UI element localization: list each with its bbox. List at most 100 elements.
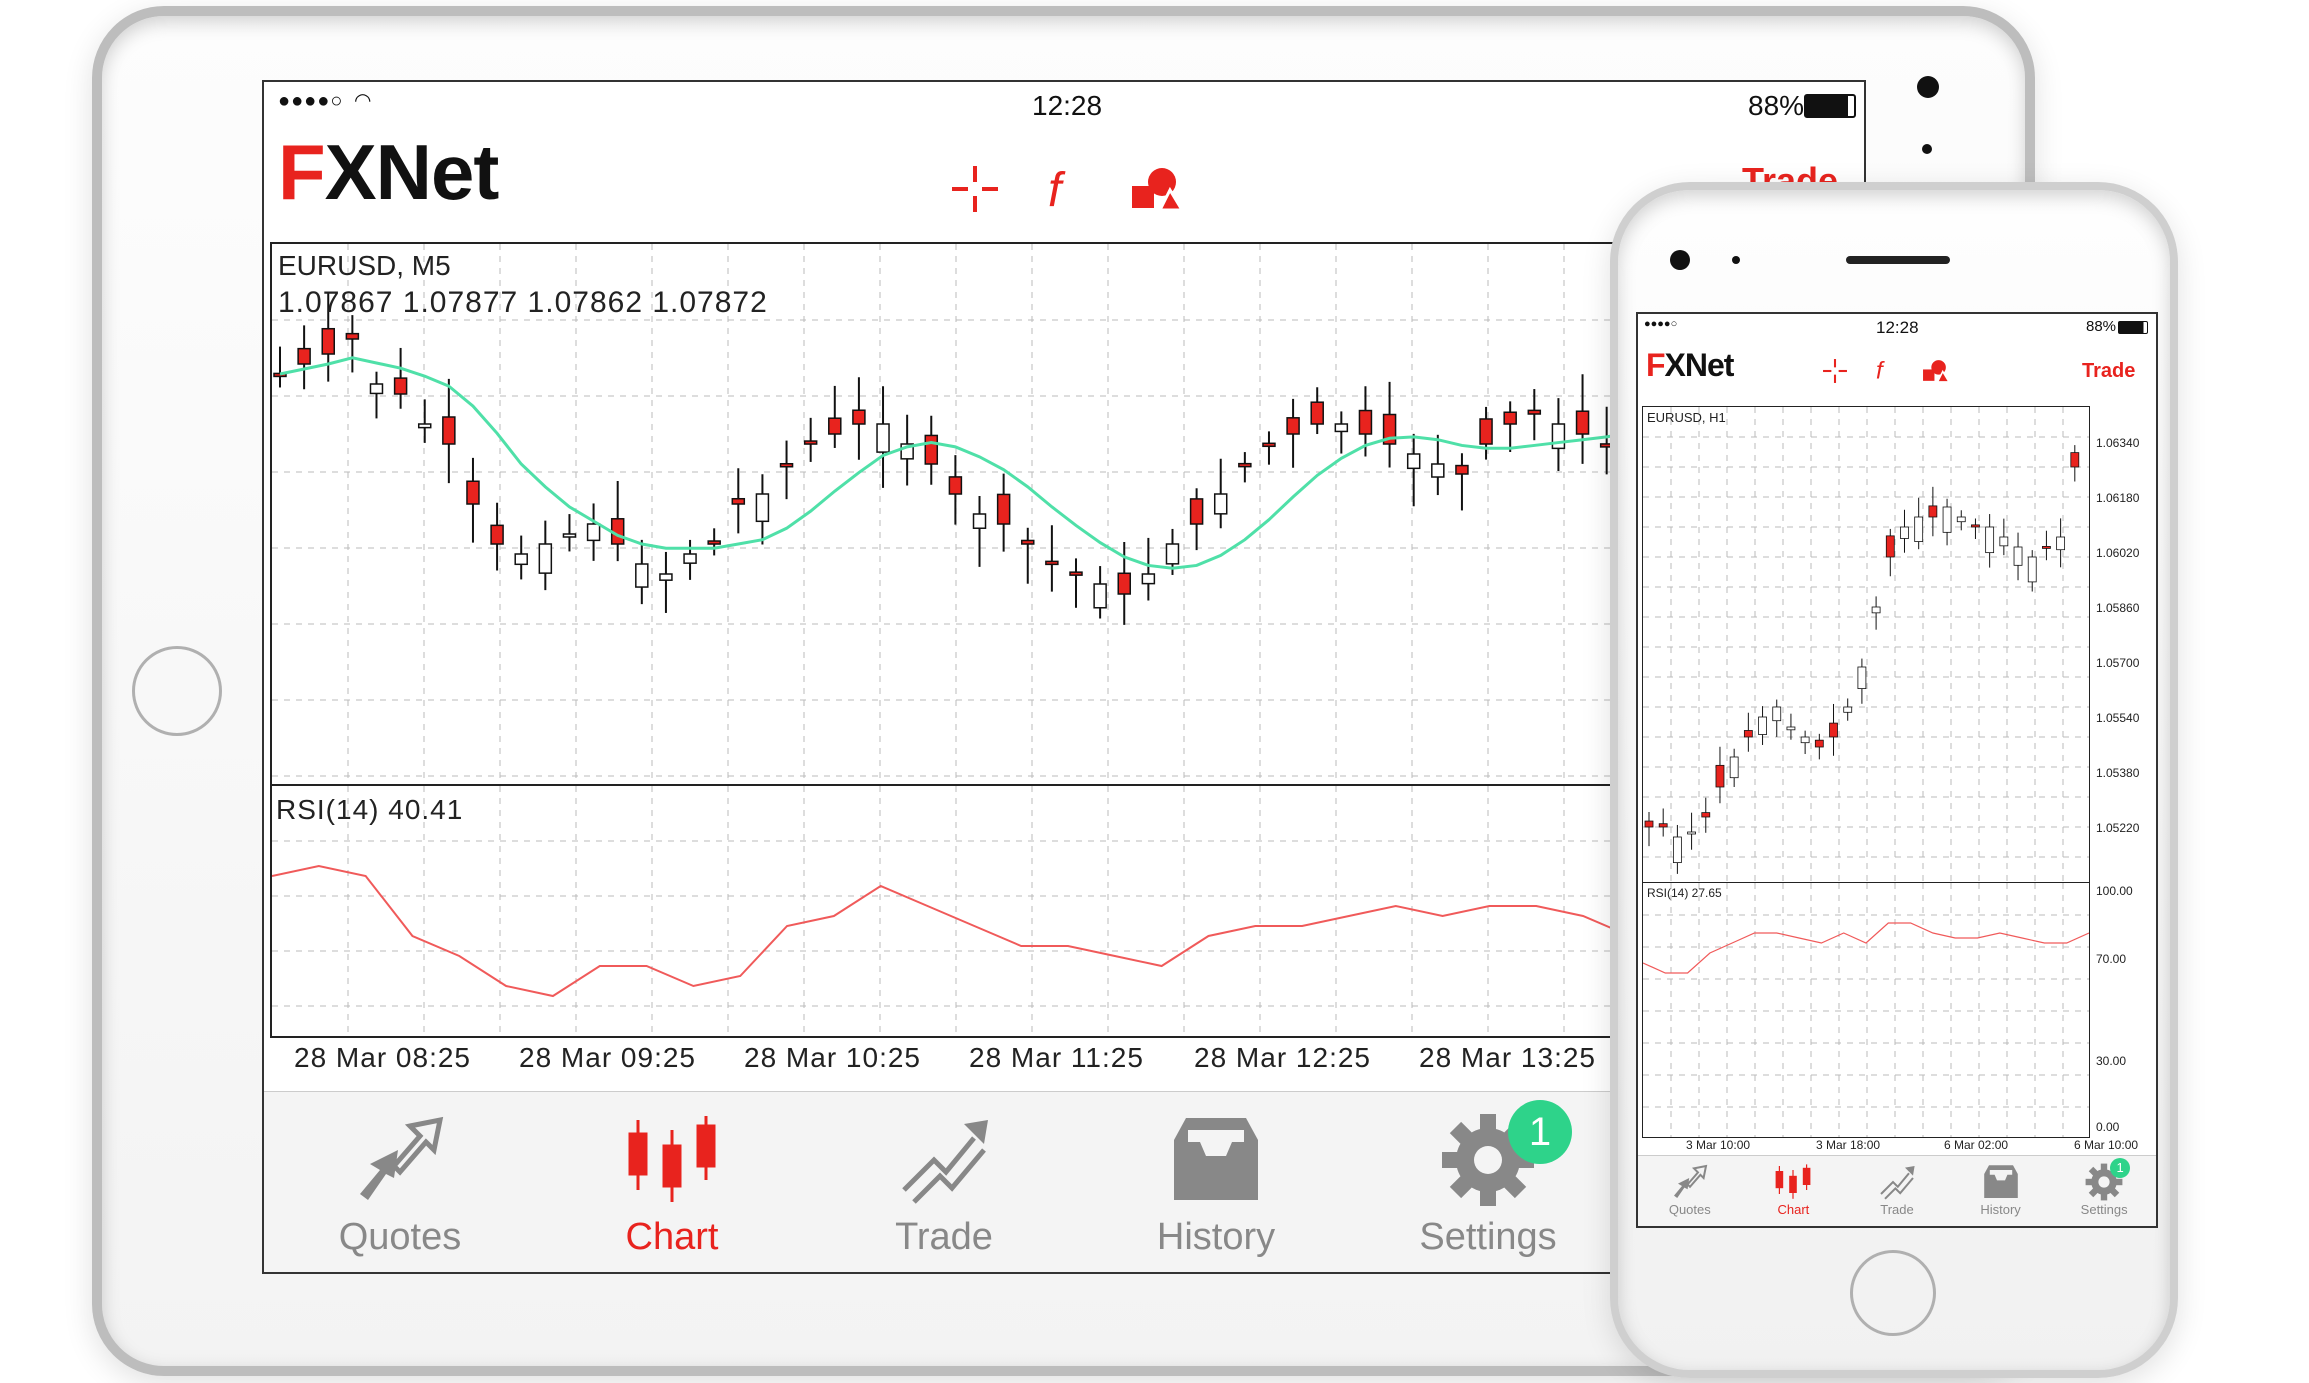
x-tick: 6 Mar 02:00: [1944, 1138, 2009, 1152]
candle: [1358, 409, 1373, 435]
candle: [1658, 823, 1668, 828]
candle: [972, 513, 987, 529]
tab-history[interactable]: History: [1080, 1092, 1352, 1272]
rsi-chart-svg: [1643, 883, 2089, 1137]
signal-indicator: ●●●●○: [278, 90, 344, 112]
candle: [1455, 464, 1469, 475]
candle: [1334, 423, 1349, 433]
objects-icon[interactable]: [1922, 358, 1950, 384]
function-icon[interactable]: f: [1044, 162, 1084, 216]
tab-label: Settings: [1419, 1216, 1557, 1258]
candle: [321, 327, 335, 355]
status-time: 12:28: [1032, 90, 1103, 121]
tab-history[interactable]: History: [1949, 1156, 2053, 1226]
candle: [635, 563, 649, 588]
logo-fx: F: [278, 128, 326, 216]
x-tick: 28 Mar 12:25: [1194, 1042, 1371, 1073]
candle: [1021, 539, 1035, 545]
candle: [924, 434, 939, 465]
candle: [996, 493, 1011, 525]
tab-settings[interactable]: 1 Settings: [1352, 1092, 1624, 1272]
trade-link[interactable]: Trade: [2082, 360, 2135, 383]
tab-trade[interactable]: Trade: [1845, 1156, 1949, 1226]
svg-text:f: f: [1876, 358, 1885, 385]
candle: [1238, 462, 1252, 468]
price-tick: 1.06340: [2096, 436, 2140, 450]
crosshair-icon[interactable]: [950, 164, 1000, 214]
price-chart[interactable]: EURUSD, H1: [1642, 406, 2090, 884]
candle: [828, 417, 842, 435]
objects-icon[interactable]: [1130, 164, 1184, 214]
chart-symbol: EURUSD, H1: [1647, 410, 1726, 425]
tab-quotes[interactable]: Quotes: [1638, 1156, 1742, 1226]
phone-device: ●●●●○ 12:28 88% FXNet f Trade EURUSD, H1: [1610, 182, 2178, 1378]
price-tick: 1.05540: [2096, 711, 2140, 725]
candle: [707, 540, 721, 545]
tab-quotes[interactable]: Quotes: [264, 1092, 536, 1272]
quotes-icon: [1673, 1164, 1708, 1198]
candle: [417, 423, 432, 429]
candle: [1985, 526, 1995, 554]
candle: [876, 423, 890, 453]
candle: [1729, 756, 1739, 779]
tab-chart[interactable]: Chart: [1742, 1156, 1846, 1226]
wifi-icon: ◠: [354, 90, 372, 112]
candle: [1687, 831, 1696, 835]
candle: [948, 476, 963, 495]
trade-icon: [902, 1120, 988, 1204]
candle: [755, 493, 770, 523]
candle: [659, 573, 673, 581]
settings-badge: 1: [1508, 1100, 1572, 1164]
function-icon[interactable]: f: [1874, 356, 1894, 385]
candle: [490, 524, 504, 545]
x-tick: 28 Mar 08:25: [294, 1042, 471, 1073]
signal-indicator: ●●●●○: [1644, 318, 1678, 330]
phone-camera: [1670, 250, 1690, 270]
inbox-icon: [1983, 1165, 2018, 1198]
phone-home-button[interactable]: [1850, 1250, 1936, 1336]
price-axis: 1.06340 1.06180 1.06020 1.05860 1.05700 …: [2090, 406, 2156, 882]
rsi-tick: 30.00: [2096, 1054, 2127, 1068]
tab-settings[interactable]: 1 Settings: [2052, 1156, 2156, 1226]
candle: [1800, 736, 1810, 744]
candle: [1715, 764, 1725, 788]
candle: [1286, 417, 1300, 435]
chart-ohlc: 1.07867 1.07877 1.07862 1.07872: [278, 286, 768, 319]
candle: [2070, 452, 2080, 468]
rsi-chart[interactable]: RSI(14) 27.65: [1642, 882, 2090, 1138]
status-bar: ●●●●○ ◠ 12:28 88%: [264, 82, 1864, 122]
tab-chart[interactable]: Chart: [536, 1092, 808, 1272]
rsi-label: RSI(14) 40.41: [276, 794, 464, 825]
x-axis: 3 Mar 10:00 3 Mar 18:00 6 Mar 02:00 6 Ma…: [1638, 1136, 2156, 1154]
tablet-home-button[interactable]: [132, 646, 222, 736]
x-tick: 28 Mar 10:25: [744, 1042, 921, 1073]
x-tick: 28 Mar 11:25: [969, 1042, 1144, 1073]
candles-icon: [1775, 1164, 1811, 1199]
candle: [1758, 716, 1767, 735]
tablet-sensor: [1922, 144, 1932, 154]
rsi-line: [1643, 922, 2089, 974]
candle: [1971, 524, 1980, 528]
logo-fx: F: [1646, 347, 1666, 383]
rsi-tick: 70.00: [2096, 952, 2127, 966]
candle: [852, 409, 866, 425]
tab-label: Chart: [1777, 1202, 1810, 1217]
settings-badge: 1: [2110, 1158, 2131, 1178]
crosshair-icon[interactable]: [1822, 358, 1848, 384]
price-tick: 1.05860: [2096, 601, 2140, 615]
tab-label: History: [1980, 1202, 2021, 1217]
price-tick: 1.06020: [2096, 546, 2140, 560]
candle: [538, 543, 553, 574]
x-tick: 3 Mar 10:00: [1686, 1138, 1751, 1152]
phone-screen: ●●●●○ 12:28 88% FXNet f Trade EURUSD, H1: [1636, 312, 2158, 1228]
candle: [345, 332, 360, 340]
candle: [562, 533, 577, 538]
candle: [2042, 546, 2051, 549]
rsi-tick: 0.00: [2096, 1120, 2120, 1134]
candle: [1672, 836, 1682, 864]
tab-trade[interactable]: Trade: [808, 1092, 1080, 1272]
candle: [1999, 536, 2009, 547]
candles-icon: [628, 1116, 716, 1202]
tablet-camera: [1917, 76, 1939, 98]
candle: [1743, 730, 1753, 738]
